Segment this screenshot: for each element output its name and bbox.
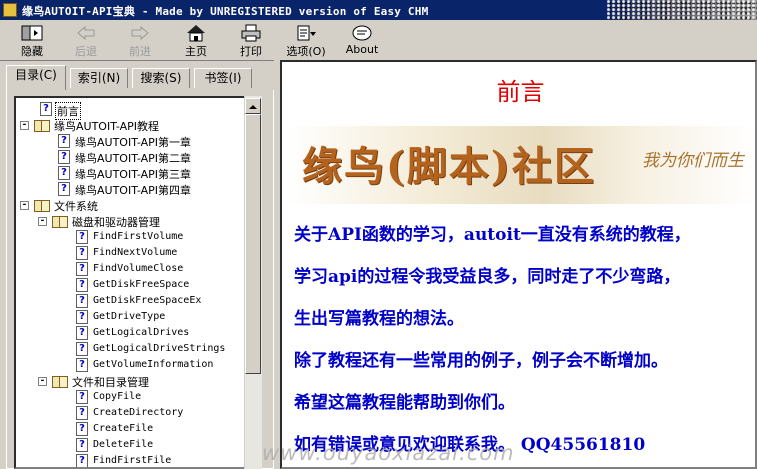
help-page-icon: ? bbox=[76, 454, 88, 467]
contents-tree: ? 前言 - 缘鸟AUTOIT-API教程 ? 缘鸟AUTOIT-API第一章 … bbox=[14, 96, 260, 469]
tree-item-label: 缘鸟AUTOIT-API第一章 bbox=[75, 136, 192, 149]
tree-scrollbar[interactable] bbox=[244, 96, 262, 469]
about-icon bbox=[351, 24, 373, 42]
home-icon bbox=[185, 24, 207, 42]
about-label: About bbox=[345, 43, 379, 56]
book-icon bbox=[52, 215, 68, 228]
help-page-icon: ? bbox=[76, 390, 88, 404]
help-page-icon: ? bbox=[76, 310, 88, 324]
help-page-icon: ? bbox=[76, 278, 88, 292]
home-label: 主页 bbox=[185, 45, 207, 58]
banner-slogan: 我为你们而生 bbox=[642, 151, 744, 171]
help-page-icon: ? bbox=[76, 246, 88, 260]
tree-item-label: 文件系统 bbox=[54, 200, 98, 213]
forward-arrow-icon bbox=[129, 24, 151, 42]
collapse-icon[interactable]: - bbox=[20, 121, 29, 130]
tree-item-label: 缘鸟AUTOIT-API第三章 bbox=[75, 168, 192, 181]
toolbar: 隐藏 后退 前进 主页 打印 选项(O) About bbox=[0, 20, 757, 61]
tree-item-label: GetLogicalDriveStrings bbox=[93, 343, 226, 354]
back-label: 后退 bbox=[75, 45, 97, 58]
hide-icon bbox=[21, 24, 43, 42]
back-button[interactable]: 后退 bbox=[62, 22, 110, 58]
tree-item-label: DeleteFile bbox=[93, 439, 154, 450]
window-title: 缘鸟AUTOIT-API宝典 - Made by UNREGISTERED ve… bbox=[22, 5, 429, 18]
help-page-icon: ? bbox=[76, 230, 88, 244]
tab-search[interactable]: 搜索(S) bbox=[132, 68, 190, 88]
tree-item-label: CopyFile bbox=[93, 391, 142, 402]
help-page-icon: ? bbox=[58, 150, 70, 164]
collapse-icon[interactable]: - bbox=[38, 377, 47, 386]
options-button[interactable]: 选项(O) bbox=[282, 22, 330, 58]
tab-contents[interactable]: 目录(C) bbox=[6, 65, 66, 90]
tree-item-label: FindFirstVolume bbox=[93, 231, 184, 242]
paragraph: 学习api的过程令我受益良多，同时走了不少弯路， bbox=[294, 267, 681, 287]
watermark: www.ouyaoxiazai.com bbox=[262, 441, 515, 465]
tree-item-label: FindFirstFile bbox=[93, 455, 172, 466]
paragraph: 希望这篇教程能帮助到你们。 bbox=[294, 393, 515, 413]
app-icon bbox=[3, 3, 17, 17]
book-icon bbox=[34, 119, 50, 132]
help-page-icon: ? bbox=[76, 294, 88, 308]
forward-button[interactable]: 前进 bbox=[116, 22, 164, 58]
banner-title: 缘鸟(脚本)社区 bbox=[302, 143, 596, 190]
page-heading: 前言 bbox=[496, 78, 545, 106]
scrollbar-thumb[interactable] bbox=[245, 114, 261, 374]
content-pane: 前言 缘鸟(脚本)社区 我为你们而生 关于API函数的学习，autoit一直没有… bbox=[280, 60, 757, 469]
help-page-icon: ? bbox=[58, 182, 70, 196]
tree-item-label: 缘鸟AUTOIT-API第四章 bbox=[75, 184, 192, 197]
options-icon bbox=[295, 24, 317, 42]
tab-index[interactable]: 索引(N) bbox=[70, 68, 128, 88]
print-label: 打印 bbox=[240, 45, 262, 58]
back-arrow-icon bbox=[75, 24, 97, 42]
navigation-tabs: 目录(C) 索引(N) 搜索(S) 书签(I) bbox=[0, 64, 280, 90]
hide-label: 隐藏 bbox=[21, 45, 43, 58]
help-page-icon: ? bbox=[40, 102, 52, 116]
tree-item-label: FindNextVolume bbox=[93, 247, 178, 258]
help-page-icon: ? bbox=[76, 358, 88, 372]
paragraph: 除了教程还有一些常用的例子，例子会不断增加。 bbox=[294, 351, 668, 371]
tree-item-label: 文件和目录管理 bbox=[72, 376, 149, 389]
home-button[interactable]: 主页 bbox=[172, 22, 220, 58]
printer-icon bbox=[240, 24, 262, 42]
help-page-icon: ? bbox=[58, 166, 70, 180]
tree-item-label: GetDriveType bbox=[93, 311, 166, 322]
tab-favorites[interactable]: 书签(I) bbox=[194, 68, 252, 88]
tree-item-label: 磁盘和驱动器管理 bbox=[72, 216, 160, 229]
title-bar-graphic bbox=[607, 0, 757, 20]
tree-item-label: FindVolumeClose bbox=[93, 263, 184, 274]
collapse-icon[interactable]: - bbox=[20, 201, 29, 210]
book-icon bbox=[52, 375, 68, 388]
help-page-icon: ? bbox=[76, 422, 88, 436]
tree-item-label: GetDiskFreeSpaceEx bbox=[93, 295, 202, 306]
tree-item-label: CreateFile bbox=[93, 423, 154, 434]
tree-item-label: 缘鸟AUTOIT-API教程 bbox=[54, 120, 160, 133]
tree-item-label: 缘鸟AUTOIT-API第二章 bbox=[75, 152, 192, 165]
hide-button[interactable]: 隐藏 bbox=[8, 22, 56, 58]
help-page-icon: ? bbox=[58, 134, 70, 148]
tree-item-label: GetVolumeInformation bbox=[93, 359, 214, 370]
forward-label: 前进 bbox=[129, 45, 151, 58]
collapse-icon[interactable]: - bbox=[38, 217, 47, 226]
options-label: 选项(O) bbox=[286, 45, 326, 58]
banner-image: 缘鸟(脚本)社区 我为你们而生 bbox=[284, 126, 755, 204]
help-page-icon: ? bbox=[76, 262, 88, 276]
print-button[interactable]: 打印 bbox=[227, 22, 275, 58]
help-page-icon: ? bbox=[76, 438, 88, 452]
title-bar: 缘鸟AUTOIT-API宝典 - Made by UNREGISTERED ve… bbox=[0, 0, 757, 20]
scroll-up-button[interactable] bbox=[245, 98, 261, 114]
paragraph: 生出写篇教程的想法。 bbox=[294, 309, 464, 329]
about-button[interactable]: About bbox=[338, 22, 386, 58]
help-page-icon: ? bbox=[76, 326, 88, 340]
tree-item-label: GetLogicalDrives bbox=[93, 327, 190, 338]
help-page-icon: ? bbox=[76, 406, 88, 420]
tree-item-label: GetDiskFreeSpace bbox=[93, 279, 190, 290]
paragraph: 关于API函数的学习，autoit一直没有系统的教程， bbox=[294, 225, 691, 245]
help-page-icon: ? bbox=[76, 342, 88, 356]
tree-item-label: CreateDirectory bbox=[93, 407, 184, 418]
book-icon bbox=[34, 199, 50, 212]
